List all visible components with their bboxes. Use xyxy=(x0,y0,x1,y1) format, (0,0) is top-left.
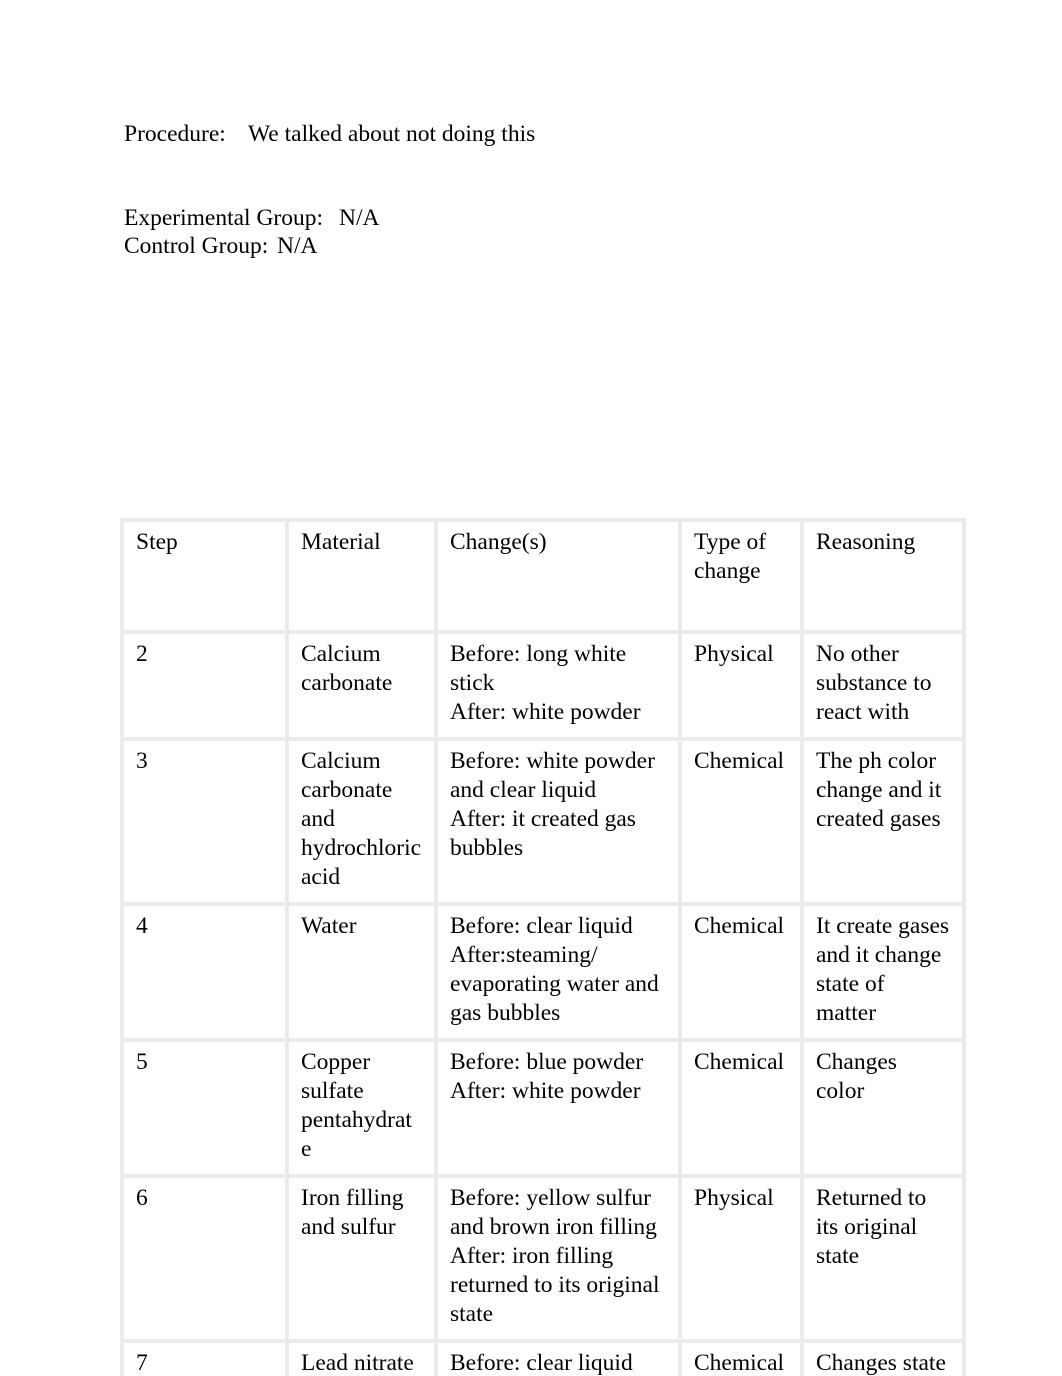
observation-table: Step Material Change(s) Type of change R… xyxy=(120,518,966,1376)
cell-type-of-change: Chemical xyxy=(678,1339,804,1376)
cell-material: Water xyxy=(285,902,438,1042)
intro-spacer xyxy=(124,148,944,176)
cell-changes: Before: clear liquid After:steaming/ eva… xyxy=(434,902,682,1042)
cell-reasoning: Returned to its original state xyxy=(800,1174,966,1343)
cell-material: Copper sulfate pentahydrate xyxy=(285,1038,438,1178)
cell-changes-after: After: iron filling returned to its orig… xyxy=(450,1243,660,1327)
control-group-value: N/A xyxy=(277,233,318,259)
column-header-step: Step xyxy=(120,518,289,634)
control-group-label: Control Group: xyxy=(124,233,269,259)
table-body: 2 Calcium carbonate Before: long white s… xyxy=(120,630,966,1376)
table-row: 6 Iron filling and sulfur Before: yellow… xyxy=(120,1174,966,1343)
column-header-reasoning: Reasoning xyxy=(800,518,966,634)
cell-reasoning: It create gases and it change state of m… xyxy=(800,902,966,1042)
cell-step: 2 xyxy=(120,630,289,741)
cell-material: Calcium carbonate and hydrochloric acid xyxy=(285,737,438,906)
procedure-value: We talked about not doing this xyxy=(248,121,536,147)
procedure-line: Procedure: We talked about not doing this xyxy=(124,120,944,148)
cell-type-of-change: Chemical xyxy=(678,1038,804,1178)
procedure-label: Procedure: xyxy=(124,121,226,147)
cell-reasoning: The ph color change and it created gases xyxy=(800,737,966,906)
document-page: Procedure: We talked about not doing this… xyxy=(0,0,1062,1376)
cell-changes-after: After: white powder xyxy=(450,1078,641,1104)
cell-changes-before: Before: clear liquid xyxy=(450,913,633,939)
cell-changes-after: After: white powder xyxy=(450,699,641,725)
cell-changes: Before: clear liquid xyxy=(434,1339,682,1376)
table-row: 7 Lead nitrate Before: clear liquid Chem… xyxy=(120,1339,966,1376)
cell-material: Iron filling and sulfur xyxy=(285,1174,438,1343)
cell-changes: Before: white powder and clear liquid Af… xyxy=(434,737,682,906)
cell-step: 3 xyxy=(120,737,289,906)
cell-reasoning: Changes state xyxy=(800,1339,966,1376)
cell-step: 6 xyxy=(120,1174,289,1343)
cell-type-of-change: Chemical xyxy=(678,737,804,906)
cell-changes-before: Before: long white stick xyxy=(450,641,627,696)
intro-text-block: Procedure: We talked about not doing this… xyxy=(124,120,944,260)
cell-material: Lead nitrate xyxy=(285,1339,438,1376)
cell-changes: Before: yellow sulfur and brown iron fil… xyxy=(434,1174,682,1343)
table-row: 2 Calcium carbonate Before: long white s… xyxy=(120,630,966,741)
cell-type-of-change: Physical xyxy=(678,1174,804,1343)
cell-changes-after: After:steaming/ evaporating water and ga… xyxy=(450,942,659,1026)
cell-reasoning: No other substance to react with xyxy=(800,630,966,741)
cell-changes-before: Before: clear liquid xyxy=(450,1350,633,1376)
cell-changes-after: After: it created gas bubbles xyxy=(450,806,636,861)
cell-step: 7 xyxy=(120,1339,289,1376)
cell-step: 4 xyxy=(120,902,289,1042)
cell-changes-before: Before: white powder and clear liquid xyxy=(450,748,655,803)
cell-changes: Before: long white stick After: white po… xyxy=(434,630,682,741)
observation-table-wrapper: Step Material Change(s) Type of change R… xyxy=(120,518,966,1376)
cell-changes: Before: blue powder After: white powder xyxy=(434,1038,682,1178)
experimental-group-value: N/A xyxy=(339,205,380,231)
table-row: 4 Water Before: clear liquid After:steam… xyxy=(120,902,966,1042)
cell-changes-before: Before: blue powder xyxy=(450,1049,644,1075)
experimental-group-label: Experimental Group: xyxy=(124,205,324,231)
cell-reasoning: Changes color xyxy=(800,1038,966,1178)
cell-type-of-change: Physical xyxy=(678,630,804,741)
intro-spacer-2 xyxy=(124,176,944,204)
column-header-material: Material xyxy=(285,518,438,634)
table-row: 5 Copper sulfate pentahydrate Before: bl… xyxy=(120,1038,966,1178)
control-group-line: Control Group: N/A xyxy=(124,232,944,260)
table-header-row: Step Material Change(s) Type of change R… xyxy=(120,518,966,634)
cell-type-of-change: Chemical xyxy=(678,902,804,1042)
cell-step: 5 xyxy=(120,1038,289,1178)
cell-changes-before: Before: yellow sulfur and brown iron fil… xyxy=(450,1185,657,1240)
column-header-type-of-change: Type of change xyxy=(678,518,804,634)
experimental-group-line: Experimental Group: N/A xyxy=(124,204,944,232)
table-row: 3 Calcium carbonate and hydrochloric aci… xyxy=(120,737,966,906)
column-header-changes: Change(s) xyxy=(434,518,682,634)
cell-material: Calcium carbonate xyxy=(285,630,438,741)
